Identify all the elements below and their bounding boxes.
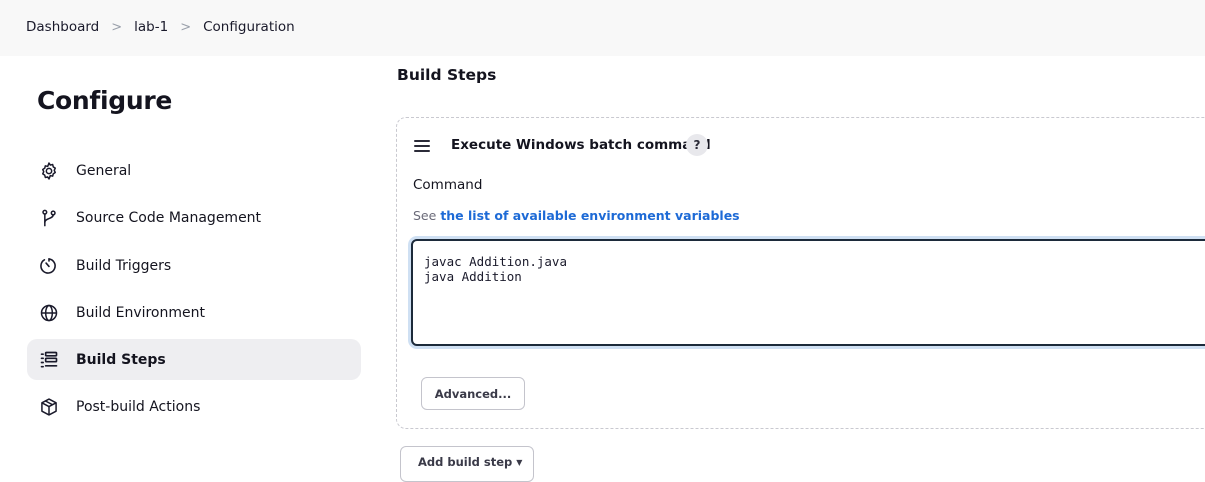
build-step-title: Execute Windows batch command	[451, 137, 711, 153]
advanced-button[interactable]: Advanced...	[421, 377, 525, 410]
add-build-step-label: Add build step	[418, 455, 513, 469]
gear-icon	[39, 161, 59, 181]
breadcrumb-separator: >	[111, 19, 123, 35]
sidebar-item-label: Build Triggers	[76, 257, 172, 274]
page-title: Configure	[37, 86, 173, 115]
help-icon[interactable]: ?	[686, 134, 708, 156]
env-vars-prefix: See	[413, 208, 437, 223]
list-icon	[39, 350, 59, 370]
sidebar-item-build-steps[interactable]: Build Steps	[27, 339, 361, 380]
breadcrumb-configuration[interactable]: Configuration	[203, 19, 295, 35]
add-build-step-button[interactable]: Add build step ▼	[400, 446, 534, 482]
sidebar-item-label: Build Environment	[76, 304, 205, 321]
drag-handle-icon[interactable]	[414, 140, 430, 152]
sidebar-item-build-triggers[interactable]: Build Triggers	[27, 245, 361, 286]
section-title-build-steps: Build Steps	[397, 66, 497, 84]
sidebar-item-label: General	[76, 162, 132, 179]
sidebar-item-label: Build Steps	[76, 351, 166, 368]
sidebar-item-build-environment[interactable]: Build Environment	[27, 292, 361, 333]
chevron-down-icon: ▼	[516, 458, 523, 467]
breadcrumb: Dashboard > lab-1 > Configuration	[26, 19, 295, 35]
branch-icon	[39, 208, 59, 228]
breadcrumb-bar: Dashboard > lab-1 > Configuration	[0, 0, 1205, 56]
sidebar-item-general[interactable]: General	[27, 150, 361, 191]
clock-icon	[39, 256, 59, 276]
command-textarea[interactable]: javac Addition.java java Addition	[411, 239, 1205, 346]
globe-icon	[39, 303, 59, 323]
env-vars-line: See the list of available environment va…	[413, 208, 740, 223]
sidebar-item-label: Post-build Actions	[76, 398, 201, 415]
breadcrumb-separator: >	[180, 19, 192, 35]
package-icon	[39, 397, 59, 417]
sidebar-item-label: Source Code Management	[76, 209, 262, 226]
sidebar-item-source-code-management[interactable]: Source Code Management	[27, 197, 361, 238]
breadcrumb-dashboard[interactable]: Dashboard	[26, 19, 99, 35]
breadcrumb-lab-1[interactable]: lab-1	[134, 19, 168, 35]
env-vars-link[interactable]: the list of available environment variab…	[440, 208, 739, 223]
command-label: Command	[413, 177, 483, 193]
sidebar-item-post-build-actions[interactable]: Post-build Actions	[27, 386, 361, 427]
